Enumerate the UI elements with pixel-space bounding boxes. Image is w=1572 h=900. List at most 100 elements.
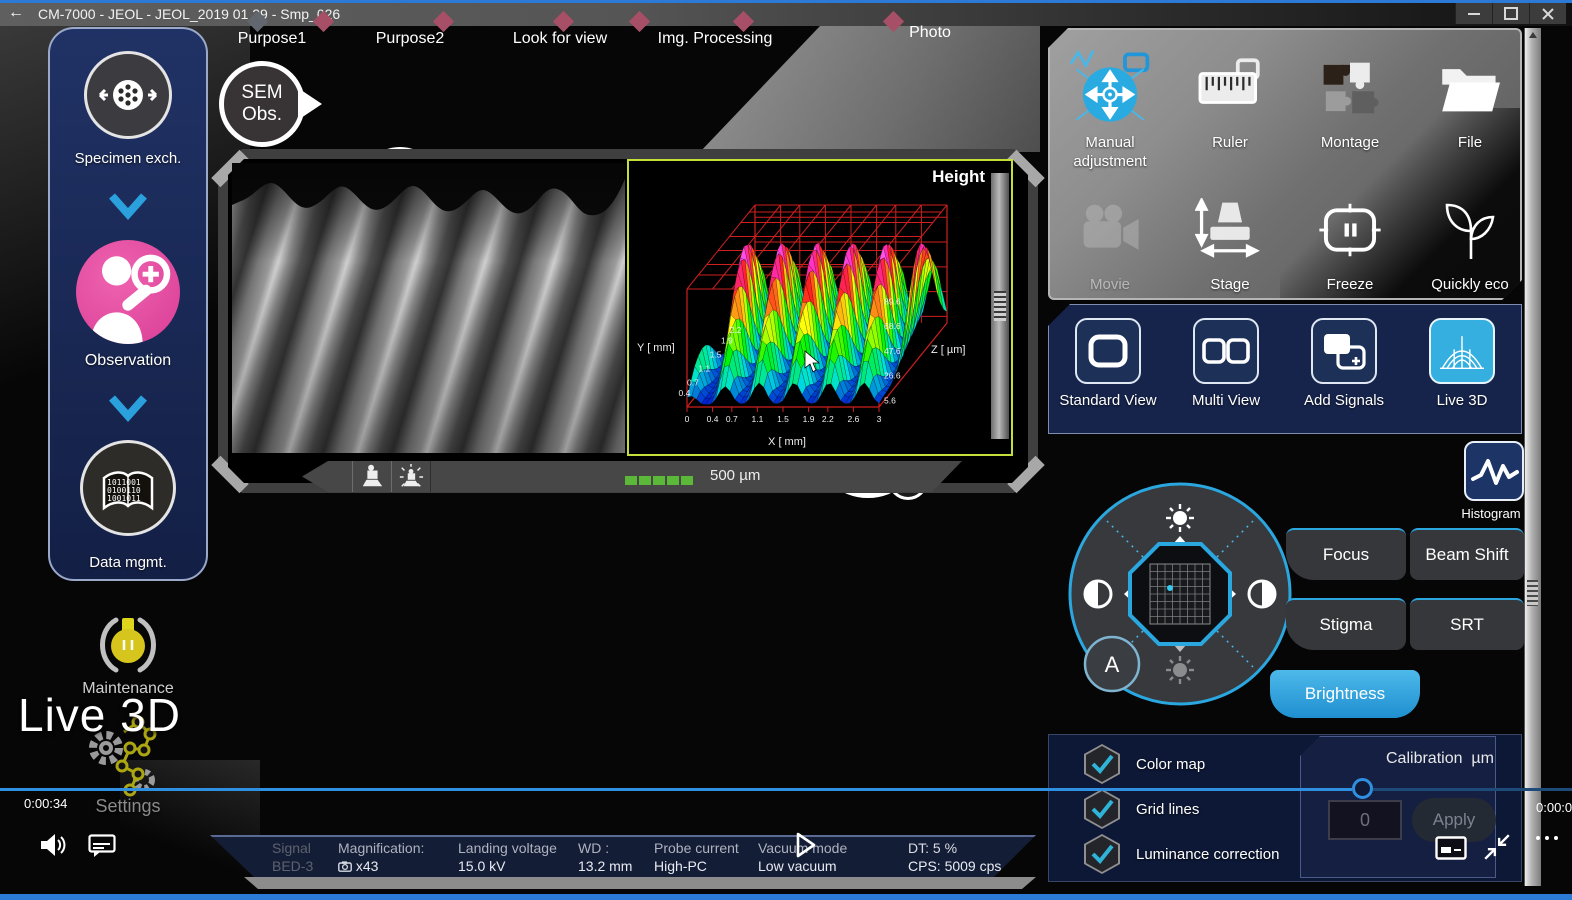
flow-arrow-icon	[109, 395, 147, 423]
minimize-icon[interactable]	[1455, 3, 1492, 24]
maintenance-icon[interactable]	[90, 614, 166, 678]
tool-stage[interactable]: Stage	[1170, 172, 1290, 299]
microscope-mode-icon[interactable]	[352, 461, 392, 492]
vertical-scrollbar[interactable]	[1524, 28, 1541, 886]
quickly-eco-icon	[1437, 198, 1503, 262]
view-label: Standard View	[1059, 392, 1157, 409]
adjustment-dial[interactable]: A	[1062, 476, 1298, 712]
histogram-icon	[1471, 459, 1519, 485]
focus-label: Focus	[1322, 545, 1370, 564]
tool-montage[interactable]: Montage	[1290, 30, 1410, 172]
tools-panel: Manual adjustment Ruler Montage File Mov…	[1048, 28, 1522, 300]
tool-freeze[interactable]: Freeze	[1290, 172, 1410, 299]
video-progress-done[interactable]	[0, 788, 1352, 791]
histogram-button[interactable]	[1464, 441, 1524, 501]
focus-button[interactable]: Focus	[1286, 528, 1406, 580]
maximize-icon[interactable]	[1492, 3, 1529, 24]
checkbox-checked-icon[interactable]	[1084, 744, 1120, 784]
option-color-map[interactable]: Color map	[1084, 744, 1205, 784]
option-label: Luminance correction	[1136, 845, 1280, 863]
stigma-button[interactable]: Stigma	[1286, 598, 1406, 650]
sem-shade	[232, 163, 625, 453]
tool-label: Manual adjustment	[1073, 134, 1147, 170]
workflow-caption: Purpose2	[375, 30, 445, 47]
option-grid-lines[interactable]: Grid lines	[1084, 789, 1199, 829]
microscope-flash-icon[interactable]	[391, 461, 431, 492]
svg-text:0.7: 0.7	[687, 378, 699, 388]
brightness-label: Brightness	[1304, 684, 1386, 703]
option-label: Color map	[1136, 755, 1206, 773]
tool-movie[interactable]: Movie	[1050, 172, 1170, 299]
svg-text:Z [ µm]: Z [ µm]	[931, 344, 965, 356]
tool-file[interactable]: File	[1410, 30, 1530, 172]
height-3d-title: Height	[932, 167, 985, 186]
svg-text:47.6: 47.6	[884, 346, 901, 356]
svg-text:2.2: 2.2	[822, 414, 834, 424]
view-multi[interactable]: Multi View	[1167, 305, 1285, 433]
scrollbar-grip[interactable]	[1527, 580, 1538, 606]
sidebar-item-observation[interactable]	[76, 240, 180, 344]
volume-icon[interactable]	[38, 832, 68, 858]
svg-text:0.4: 0.4	[707, 414, 719, 424]
view-label: Multi View	[1191, 392, 1261, 409]
view-live-3d[interactable]: Live 3D	[1403, 305, 1521, 433]
play-button[interactable]	[786, 827, 822, 863]
window-border-bottom	[0, 894, 1572, 900]
srt-button[interactable]: SRT	[1410, 598, 1524, 650]
camera-small-icon	[338, 861, 352, 872]
back-icon[interactable]: ←	[8, 4, 24, 22]
svg-text:1.1: 1.1	[698, 364, 710, 374]
calibration-label: Calibration µm	[1386, 750, 1494, 767]
tool-quickly-eco[interactable]: Quickly eco	[1410, 172, 1530, 299]
status-bar-base	[244, 877, 1036, 889]
more-options-icon[interactable]	[1536, 836, 1558, 840]
option-label: Grid lines	[1136, 800, 1200, 818]
scroll-up-icon[interactable]	[1529, 32, 1537, 38]
option-luminance-correction[interactable]: Luminance correction	[1084, 834, 1279, 874]
close-icon[interactable]	[1529, 3, 1566, 24]
sem-image[interactable]	[232, 163, 625, 453]
flow-arrow-icon	[109, 193, 147, 221]
workflow-caption: Look for view	[512, 30, 608, 47]
svg-text:1.5: 1.5	[710, 350, 722, 360]
sem-obs-label: SEM Obs.	[241, 82, 283, 125]
checkbox-checked-icon[interactable]	[1084, 789, 1120, 829]
brightness-button[interactable]: Brightness	[1270, 670, 1420, 718]
beam-shift-button[interactable]: Beam Shift	[1410, 528, 1524, 580]
tool-label: Ruler	[1212, 134, 1248, 151]
svg-text:0: 0	[685, 414, 690, 424]
sem-obs-button[interactable]: SEM Obs.	[219, 61, 322, 147]
status-magnification: Magnification: x43	[338, 840, 425, 874]
tool-ruler[interactable]: Ruler	[1170, 30, 1290, 172]
checkbox-checked-icon[interactable]	[1084, 834, 1120, 874]
viewer-toolbar: 500 µm	[302, 461, 962, 492]
sidebar-item-label: Specimen exch.	[74, 150, 182, 167]
keyboard-icon[interactable]	[1435, 836, 1467, 860]
standard-view-icon	[1088, 334, 1128, 368]
view-add-signals[interactable]: Add Signals	[1285, 305, 1403, 433]
captions-icon[interactable]	[88, 834, 118, 858]
srt-label: SRT	[1450, 615, 1484, 634]
view-mode-panel: Standard View Multi View Add Signals Liv…	[1048, 304, 1522, 434]
auto-button[interactable]: A	[1083, 635, 1141, 693]
window-title: CM-7000 - JEOL - JEOL_2019 01 29 - Smp_0…	[38, 6, 341, 22]
status-wd: WD :13.2 mm	[578, 840, 633, 874]
viewer-handle[interactable]	[991, 173, 1009, 439]
app-window: ← CM-7000 - JEOL - JEOL_2019 01 29 - Smp…	[0, 0, 1572, 900]
view-standard[interactable]: Standard View	[1049, 305, 1167, 433]
collapse-panel-icon[interactable]	[1482, 832, 1512, 862]
calibration-value-input[interactable]: 0	[1328, 800, 1402, 840]
add-signals-icon	[1324, 334, 1366, 370]
live-3d-icon	[1440, 336, 1484, 369]
svg-text:1.1: 1.1	[751, 414, 763, 424]
status-probe-current: Probe current High-PC	[654, 840, 739, 874]
svg-text:1.9: 1.9	[803, 414, 815, 424]
sidebar-item-data-mgmt[interactable]: 1011001 0100110 1001011	[80, 440, 176, 536]
svg-text:26.6: 26.6	[884, 371, 901, 381]
video-scrubber[interactable]	[1352, 778, 1373, 799]
tool-manual-adjustment[interactable]: Manual adjustment	[1050, 30, 1170, 172]
height-3d-view[interactable]: 0 0.4 0.7 1.1 1.5 1.9 2.2 2.6 3 0.4 0.7 1.1 1.5 1.9 2.…	[627, 159, 1013, 456]
video-progress-remaining[interactable]	[1373, 788, 1572, 791]
histogram-label: Histogram	[1461, 506, 1521, 521]
sidebar-item-specimen-exchange[interactable]	[84, 51, 172, 139]
